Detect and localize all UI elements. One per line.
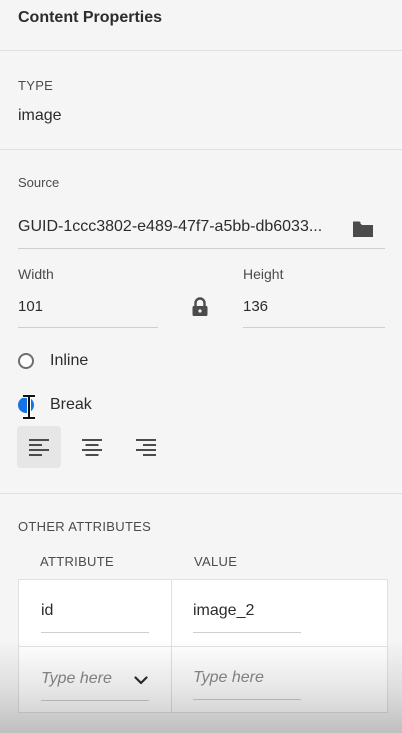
lock-icon[interactable] bbox=[190, 296, 210, 318]
attribute-name-input[interactable]: id bbox=[41, 602, 53, 620]
source-label: Source bbox=[18, 175, 60, 190]
other-attributes-label: OTHER ATTRIBUTES bbox=[18, 519, 152, 534]
attribute-value-input[interactable]: image_2 bbox=[193, 602, 254, 620]
width-label: Width bbox=[18, 266, 54, 282]
source-input[interactable]: GUID-1ccc3802-e489-47f7-a5bb-db6033... bbox=[18, 218, 348, 236]
value-column-header: VALUE bbox=[194, 554, 238, 569]
attribute-name-underline bbox=[41, 632, 149, 633]
new-attribute-select[interactable]: Type here bbox=[41, 670, 112, 688]
align-center-button[interactable] bbox=[70, 426, 114, 468]
divider bbox=[0, 149, 402, 150]
folder-icon[interactable] bbox=[351, 219, 375, 239]
align-right-icon bbox=[136, 439, 156, 456]
align-center-icon bbox=[82, 439, 102, 456]
row-separator bbox=[19, 646, 387, 647]
chevron-down-icon[interactable] bbox=[133, 673, 149, 687]
new-value-input[interactable]: Type here bbox=[193, 669, 264, 687]
content-properties-panel: Content Properties TYPE image Source GUI… bbox=[0, 0, 402, 733]
attribute-value-underline bbox=[193, 632, 301, 633]
break-label: Break bbox=[50, 396, 92, 413]
divider bbox=[0, 493, 402, 494]
width-underline bbox=[18, 327, 158, 328]
attribute-column-header: ATTRIBUTE bbox=[40, 554, 114, 569]
text-cursor-icon bbox=[23, 394, 35, 420]
new-attribute-underline bbox=[41, 700, 149, 701]
height-input[interactable]: 136 bbox=[243, 298, 268, 315]
inline-label: Inline bbox=[50, 352, 89, 369]
source-underline bbox=[18, 248, 385, 249]
align-left-button[interactable] bbox=[17, 426, 61, 468]
divider bbox=[0, 50, 402, 51]
height-underline bbox=[243, 327, 385, 328]
align-right-button[interactable] bbox=[124, 426, 168, 468]
type-value: image bbox=[18, 107, 62, 124]
panel-title: Content Properties bbox=[18, 9, 163, 26]
width-input[interactable]: 101 bbox=[18, 298, 43, 315]
attributes-table: id image_2 Type here Type here bbox=[18, 579, 388, 713]
type-label: TYPE bbox=[18, 78, 54, 93]
new-value-underline bbox=[193, 699, 301, 700]
height-label: Height bbox=[243, 266, 284, 282]
inline-radio[interactable] bbox=[18, 353, 34, 369]
align-left-icon bbox=[29, 439, 49, 456]
